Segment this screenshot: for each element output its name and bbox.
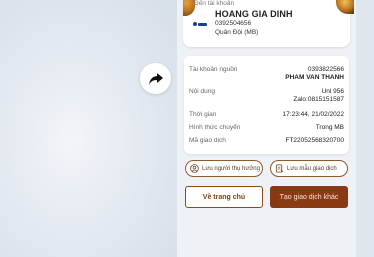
document-save-icon xyxy=(275,164,284,173)
recipient-bank: Quân Đội (MB) xyxy=(215,29,259,36)
source-name-value: PHAM VAN THANH xyxy=(285,74,344,81)
save-beneficiary-button[interactable]: Lưu người thụ hưởng xyxy=(185,160,263,177)
share-arrow-icon xyxy=(148,72,163,85)
user-circle-icon xyxy=(190,164,199,173)
time-label: Thời gian xyxy=(189,111,217,118)
content-line2: Zalo:0815151587 xyxy=(293,96,344,103)
new-transaction-button[interactable]: Tạo giao dịch khác xyxy=(270,186,348,208)
recipient-card: Đến tài khoản HOANG GIA DINH 0392504656 … xyxy=(183,0,354,47)
save-beneficiary-label: Lưu người thụ hưởng xyxy=(202,165,260,172)
content-line1: Unl 956 xyxy=(321,88,344,95)
background-right xyxy=(356,0,374,257)
transaction-code-value: FT22052568320700 xyxy=(285,137,344,144)
receipt-screen: Đến tài khoản HOANG GIA DINH 0392504656 … xyxy=(177,0,356,257)
recipient-name: HOANG GIA DINH xyxy=(215,9,293,19)
transaction-code-label: Mã giao dịch xyxy=(189,137,226,144)
mb-bank-logo-icon xyxy=(193,21,208,27)
home-button[interactable]: Về trang chủ xyxy=(185,186,263,208)
method-value: Trong MB xyxy=(315,124,344,131)
save-template-label: Lưu mẫu giao dịch xyxy=(287,165,337,172)
background-left xyxy=(0,0,177,257)
recipient-label: Đến tài khoản xyxy=(194,0,235,7)
method-label: Hình thức chuyển xyxy=(189,124,241,131)
transaction-details-card: Tài khoản nguồn 0393822566 PHAM VAN THAN… xyxy=(184,56,349,154)
recipient-account: 0392504656 xyxy=(215,20,252,27)
source-account-value: 0393822566 xyxy=(307,66,344,73)
content-label: Nội dung xyxy=(189,88,216,95)
time-value: 17:23:44, 21/02/2022 xyxy=(282,111,344,118)
decoration-right xyxy=(336,0,354,14)
save-template-button[interactable]: Lưu mẫu giao dịch xyxy=(270,160,348,177)
source-account-label: Tài khoản nguồn xyxy=(189,66,238,73)
share-button[interactable] xyxy=(140,63,171,94)
